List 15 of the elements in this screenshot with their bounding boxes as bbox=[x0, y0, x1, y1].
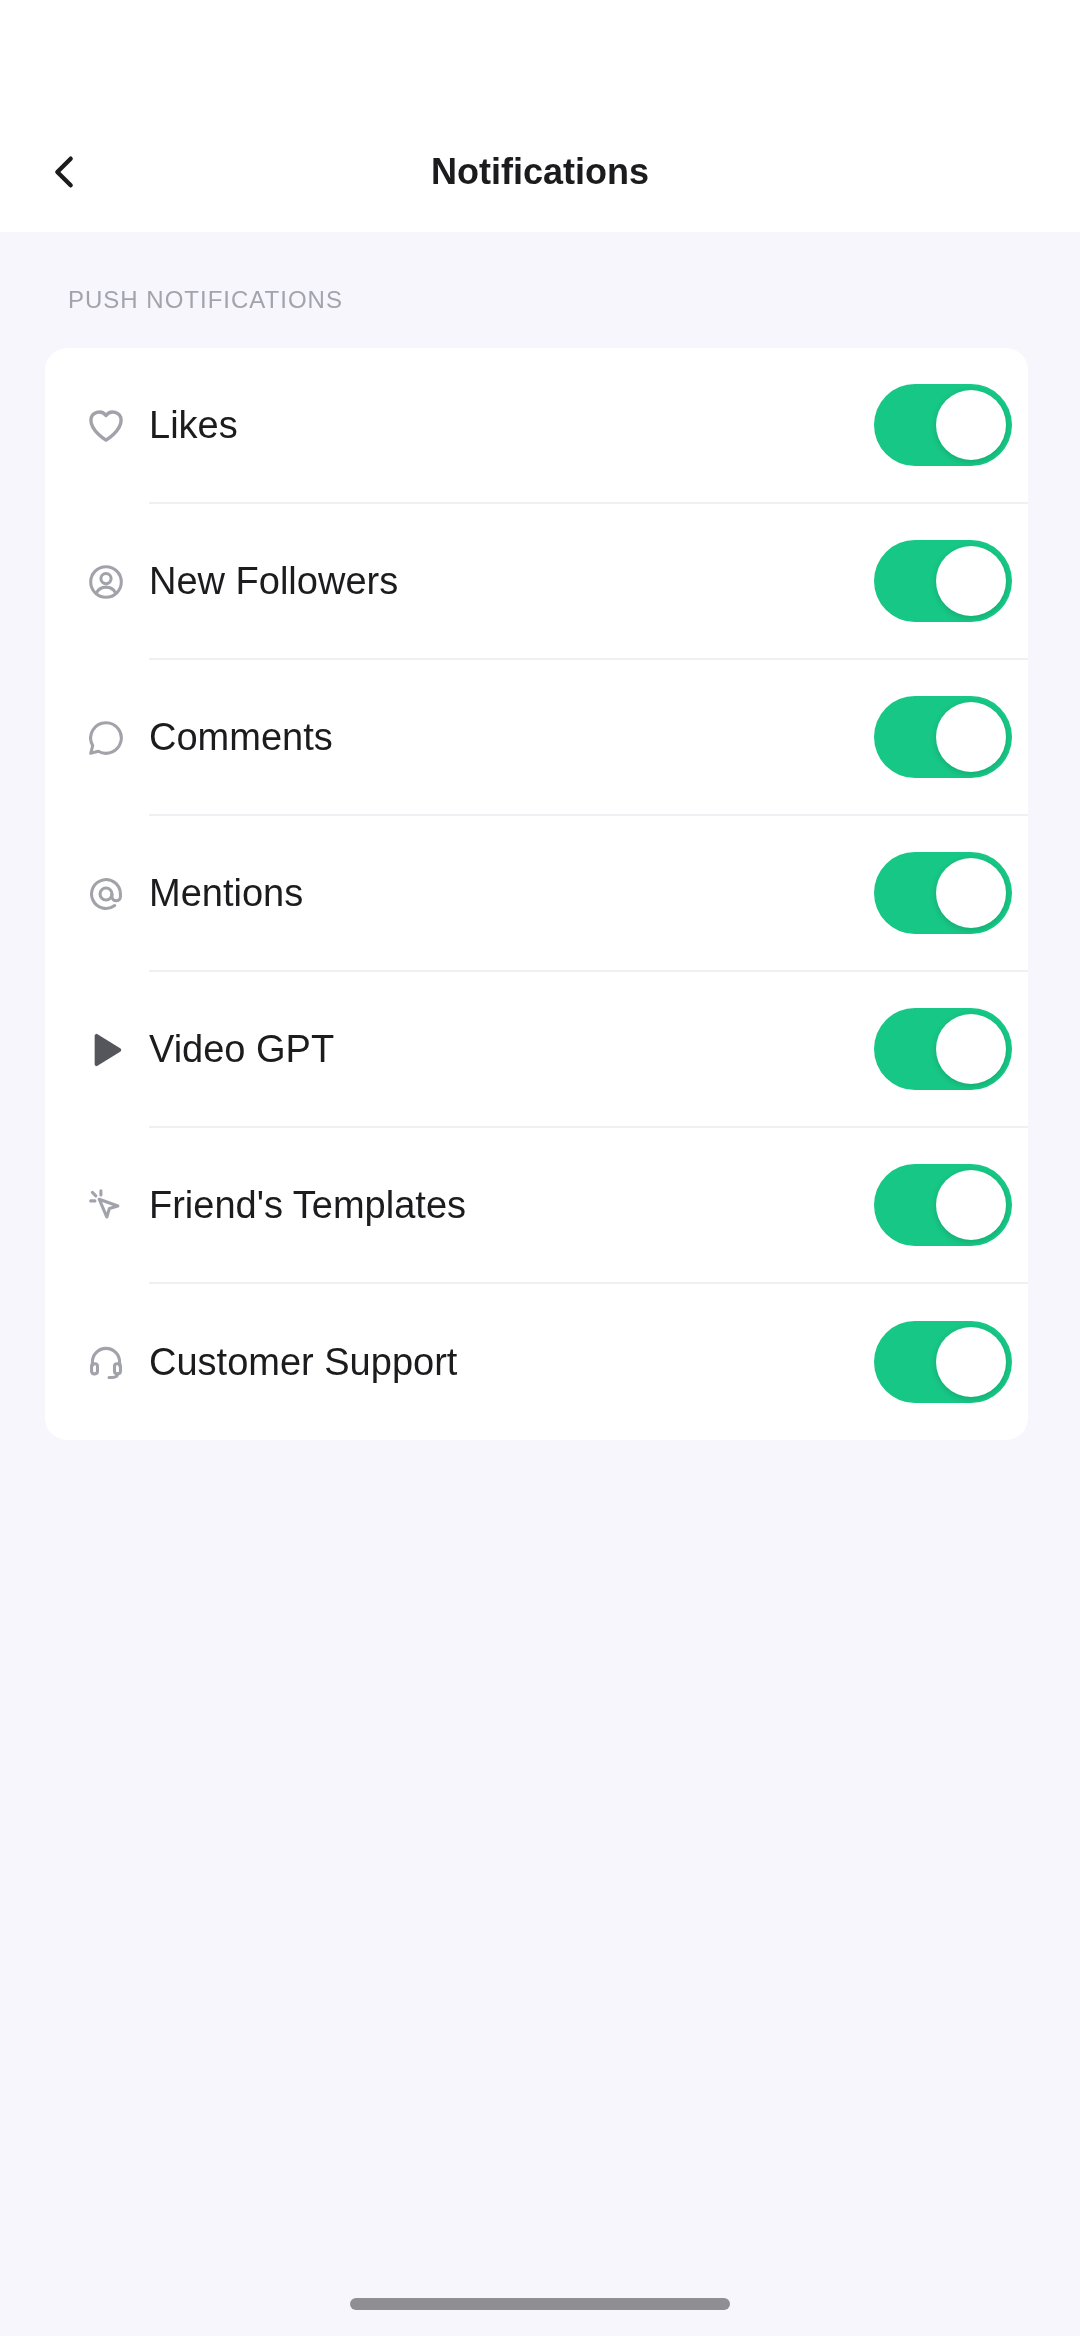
setting-label: Friend's Templates bbox=[149, 1182, 467, 1228]
back-icon bbox=[54, 155, 74, 189]
setting-label: Mentions bbox=[149, 870, 304, 916]
headset-icon bbox=[89, 1345, 123, 1379]
setting-label: Comments bbox=[149, 714, 333, 760]
at-sign-icon bbox=[89, 877, 123, 911]
page-title: Notifications bbox=[431, 151, 649, 192]
section-title: PUSH NOTIFICATIONS bbox=[68, 285, 343, 315]
setting-label: Video GPT bbox=[149, 1026, 335, 1072]
speech-bubble-icon bbox=[89, 721, 123, 755]
setting-label: Likes bbox=[149, 402, 238, 448]
setting-label: New Followers bbox=[149, 558, 399, 604]
heart-icon bbox=[89, 409, 123, 443]
setting-label: Customer Support bbox=[149, 1339, 458, 1385]
person-icon bbox=[89, 565, 123, 599]
